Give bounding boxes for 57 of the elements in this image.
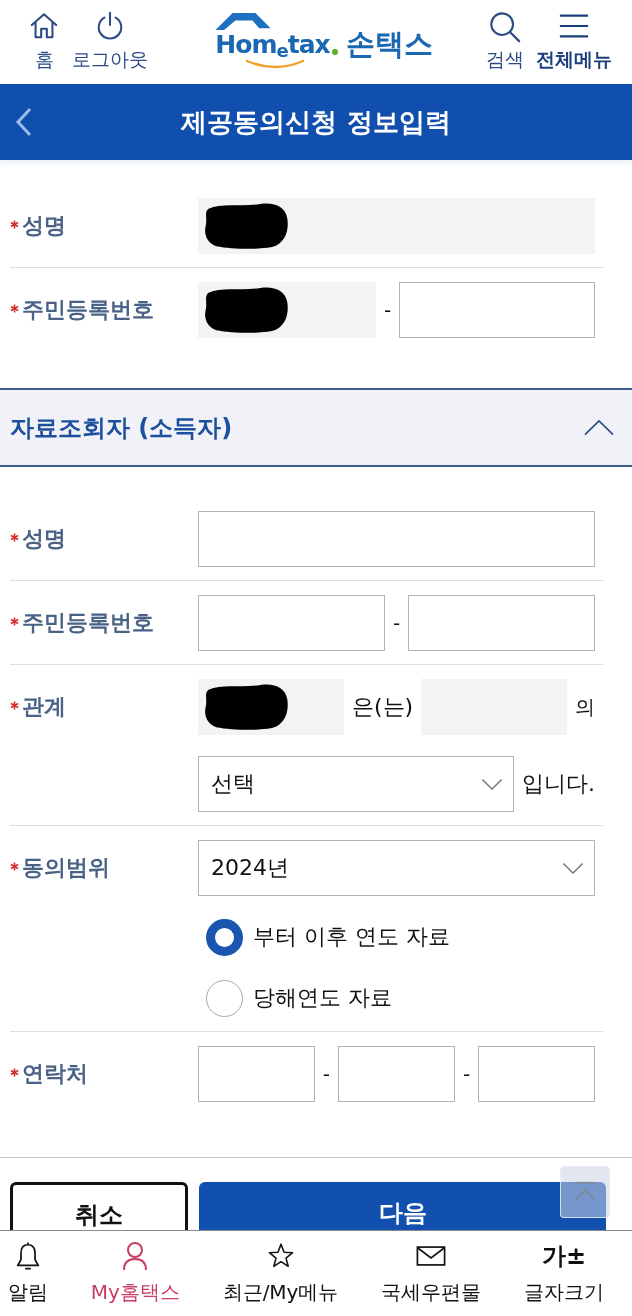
nav-tab[interactable]: 국세우편물 bbox=[381, 1241, 482, 1306]
inline-text: - bbox=[462, 1062, 471, 1086]
inline-text: - bbox=[392, 611, 401, 635]
dropdown-select[interactable]: 선택 bbox=[198, 756, 514, 812]
nav-tab[interactable]: My홈택스 bbox=[90, 1241, 180, 1306]
inline-text: - bbox=[322, 1062, 331, 1086]
text-input[interactable] bbox=[399, 282, 595, 338]
field-label: 관계 bbox=[22, 693, 66, 721]
scroll-top-button[interactable] bbox=[560, 1166, 610, 1218]
nav-tab[interactable]: 알림 bbox=[8, 1241, 48, 1306]
section-title: 자료조회자 (소득자) bbox=[10, 412, 233, 444]
field-label: 동의범위 bbox=[22, 854, 110, 882]
text-input[interactable] bbox=[198, 511, 595, 567]
smile-arc-icon bbox=[245, 59, 306, 70]
page-title: 제공동의신청 정보입력 bbox=[181, 105, 451, 139]
search-button[interactable]: 검색 bbox=[486, 11, 524, 73]
logo-app-name: 손택스 bbox=[345, 28, 433, 61]
next-button[interactable]: 다음 bbox=[199, 1182, 606, 1230]
nav-tab[interactable]: 최근/My메뉴 bbox=[222, 1241, 339, 1306]
field-label: 연락처 bbox=[22, 1060, 88, 1088]
cancel-button[interactable]: 취소 bbox=[10, 1182, 188, 1230]
home-button[interactable]: 홈 bbox=[28, 11, 60, 73]
radio-option[interactable]: 당해연도 자료 bbox=[206, 978, 392, 1018]
redaction-scribble-icon bbox=[202, 286, 290, 334]
field-label: 성명 bbox=[22, 212, 66, 240]
text-input[interactable] bbox=[198, 1046, 315, 1102]
back-chevron-icon bbox=[14, 106, 34, 138]
chevron-up-icon[interactable] bbox=[584, 419, 614, 436]
field-label: 주민등록번호 bbox=[22, 609, 154, 637]
person-icon bbox=[121, 1241, 150, 1271]
inline-text: 은(는) bbox=[351, 693, 414, 721]
search-icon bbox=[488, 11, 522, 43]
redaction-scribble-icon bbox=[202, 683, 290, 731]
envelope-icon bbox=[416, 1245, 447, 1267]
logo-wordmark: Hom$_{e}$tax bbox=[215, 31, 330, 61]
back-button[interactable] bbox=[14, 106, 34, 138]
chevron-down-icon bbox=[562, 861, 584, 875]
text-input[interactable] bbox=[198, 595, 385, 651]
menu-button[interactable]: 전체메뉴 bbox=[536, 11, 612, 73]
home-icon bbox=[28, 11, 60, 41]
text-input[interactable] bbox=[408, 595, 595, 651]
inline-text: - bbox=[383, 298, 392, 322]
text-input[interactable] bbox=[478, 1046, 595, 1102]
power-button[interactable]: 로그아웃 bbox=[72, 11, 148, 73]
radio-option[interactable]: 부터 이후 연도 자료 bbox=[206, 917, 450, 957]
field-label: 주민등록번호 bbox=[22, 296, 154, 324]
chevron-down-icon bbox=[481, 777, 503, 791]
bell-icon bbox=[14, 1241, 42, 1271]
dropdown-select[interactable]: 2024년 bbox=[198, 840, 595, 896]
nav-tab[interactable]: 가± 글자크기 bbox=[524, 1241, 604, 1306]
font-size-glyph: 가± bbox=[541, 1241, 587, 1271]
inline-text: 입니다. bbox=[522, 770, 595, 798]
logo-dot-icon bbox=[331, 49, 338, 56]
inline-text: 의 bbox=[575, 693, 595, 721]
field-label: 성명 bbox=[22, 525, 66, 553]
redaction-scribble-icon bbox=[202, 202, 290, 250]
text-input[interactable] bbox=[338, 1046, 455, 1102]
